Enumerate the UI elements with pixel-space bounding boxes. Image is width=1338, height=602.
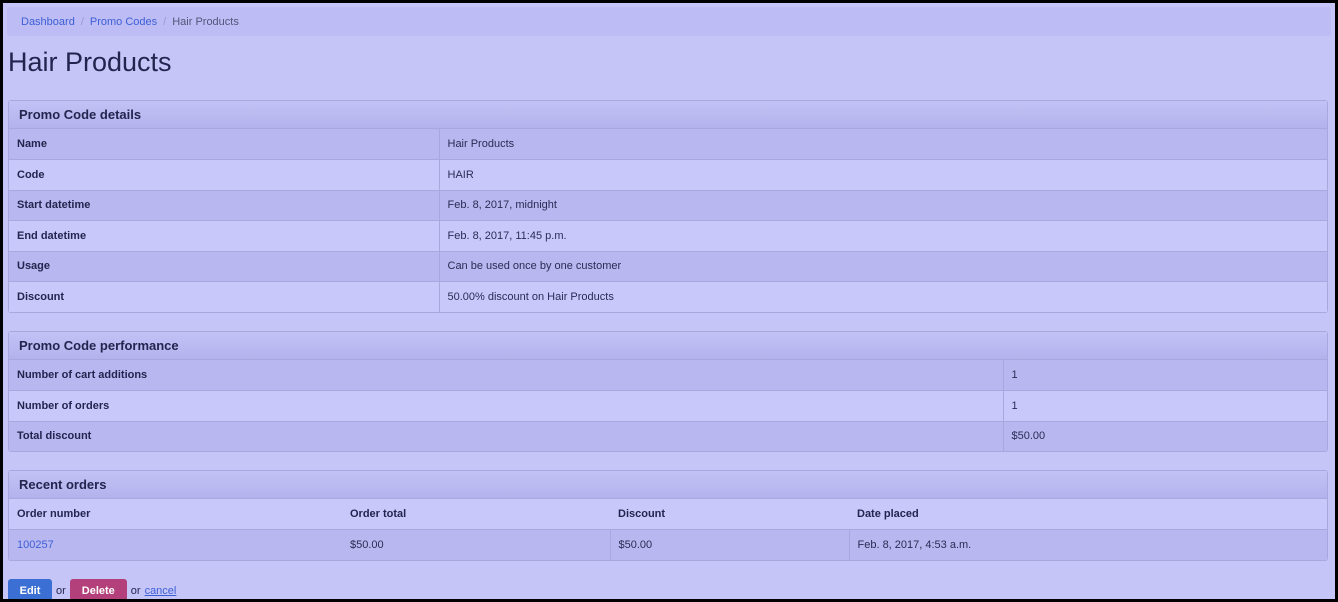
performance-row-orders: Number of orders 1 [9, 390, 1327, 421]
detail-value: Feb. 8, 2017, midnight [438, 190, 1327, 220]
promo-performance-panel: Promo Code performance Number of cart ad… [8, 331, 1328, 452]
performance-value: 1 [1002, 390, 1327, 421]
detail-row-start-datetime: Start datetime Feb. 8, 2017, midnight [9, 190, 1327, 220]
performance-label: Total discount [17, 430, 92, 443]
performance-label: Number of cart additions [17, 368, 148, 381]
performance-label: Number of orders [17, 399, 110, 412]
recent-orders-panel: Recent orders Order number Order total D… [8, 470, 1328, 561]
performance-value: $50.00 [1002, 421, 1327, 451]
recent-orders-header-row: Order number Order total Discount Date p… [9, 499, 1327, 529]
order-total-cell: $50.00 [350, 538, 384, 551]
performance-row-cart-additions: Number of cart additions 1 [9, 360, 1327, 390]
edit-button[interactable]: Edit [8, 579, 52, 599]
order-discount-cell: $50.00 [609, 529, 849, 560]
table-row: 100257 $50.00 $50.00 Feb. 8, 2017, 4:53 … [9, 529, 1327, 560]
detail-label: Code [17, 168, 45, 181]
page-frame: Dashboard / Promo Codes / Hair Products … [3, 3, 1335, 599]
recent-orders-table: Order number Order total Discount Date p… [9, 499, 1327, 560]
detail-label: Start datetime [17, 199, 91, 211]
promo-details-heading: Promo Code details [9, 101, 1327, 129]
order-date-cell: Feb. 8, 2017, 4:53 a.m. [848, 529, 1327, 560]
detail-value: 50.00% discount on Hair Products [438, 281, 1327, 312]
detail-value: Feb. 8, 2017, 11:45 p.m. [438, 220, 1327, 251]
promo-details-table: Name Hair Products Code HAIR Start datet… [9, 129, 1327, 312]
promo-details-panel: Promo Code details Name Hair Products Co… [8, 100, 1328, 313]
cancel-link[interactable]: cancel [145, 585, 177, 597]
detail-row-end-datetime: End datetime Feb. 8, 2017, 11:45 p.m. [9, 220, 1327, 251]
or-text: or [130, 585, 141, 597]
detail-value: Can be used once by one customer [438, 251, 1327, 281]
order-number-cell: 100257 [9, 529, 342, 560]
column-header-order-total: Order total [350, 507, 407, 520]
delete-button[interactable]: Delete [69, 579, 127, 599]
performance-value: 1 [1002, 360, 1327, 390]
breadcrumb-dashboard-link[interactable]: Dashboard [21, 16, 75, 28]
promo-performance-table: Number of cart additions 1 Number of ord… [9, 360, 1327, 451]
page-title: Hair Products [8, 47, 172, 77]
or-text: or [56, 585, 66, 597]
order-number-link[interactable]: 100257 [17, 539, 54, 551]
form-actions: Edit or Delete or cancel [8, 579, 176, 599]
column-header-date-placed: Date placed [857, 507, 919, 520]
column-header-order-number: Order number [17, 507, 91, 520]
performance-row-total-discount: Total discount $50.00 [9, 421, 1327, 451]
detail-row-usage: Usage Can be used once by one customer [9, 251, 1327, 281]
detail-value: HAIR [438, 159, 1327, 190]
detail-row-name: Name Hair Products [9, 129, 1327, 159]
breadcrumb: Dashboard / Promo Codes / Hair Products [7, 7, 1331, 36]
detail-value: Hair Products [438, 129, 1327, 159]
detail-row-code: Code HAIR [9, 159, 1327, 190]
breadcrumb-current: Hair Products [172, 15, 239, 28]
detail-label: Discount [17, 290, 65, 303]
breadcrumb-promo-codes-link[interactable]: Promo Codes [90, 16, 157, 28]
promo-performance-heading: Promo Code performance [9, 332, 1327, 360]
breadcrumb-separator: / [163, 15, 167, 28]
detail-row-discount: Discount 50.00% discount on Hair Product… [9, 281, 1327, 312]
column-header-discount: Discount [618, 507, 666, 520]
detail-label: Usage [17, 260, 51, 272]
breadcrumb-separator: / [80, 15, 84, 28]
recent-orders-heading: Recent orders [9, 471, 1327, 499]
detail-label: End datetime [17, 229, 87, 242]
detail-label: Name [17, 137, 47, 150]
